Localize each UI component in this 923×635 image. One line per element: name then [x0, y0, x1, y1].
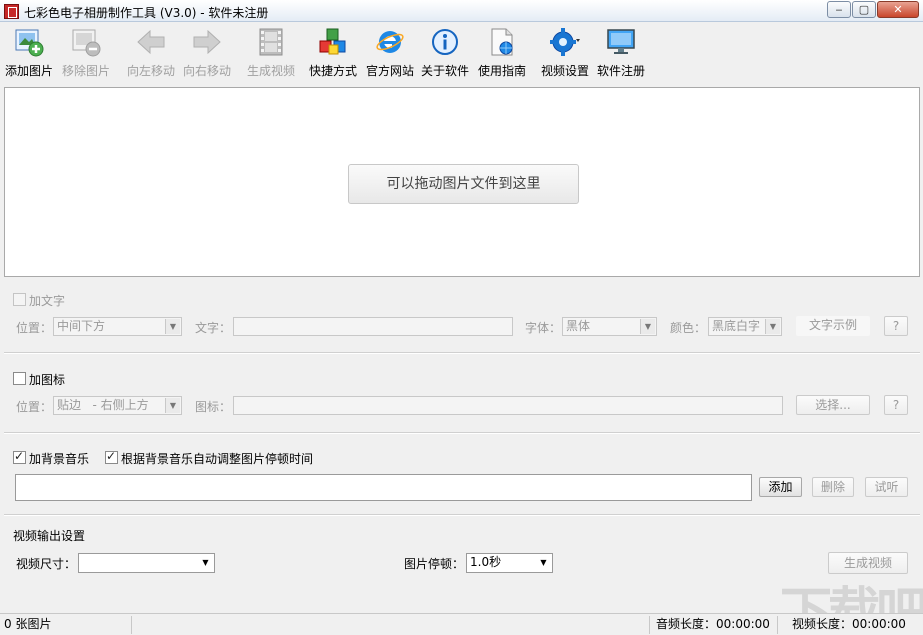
chevron-down-icon: ▼ — [165, 398, 180, 413]
video-size-select[interactable]: ▼ — [78, 553, 215, 573]
add-icon-label: 加图标 — [29, 373, 66, 387]
maximize-button[interactable]: ▢ — [852, 1, 876, 18]
shortcut-button[interactable]: 快捷方式 — [309, 27, 357, 79]
browser-e-icon — [376, 31, 404, 53]
section-divider — [4, 514, 920, 516]
add-text-checkbox[interactable] — [13, 293, 26, 306]
cubes-icon — [319, 28, 346, 55]
close-button[interactable]: ✕ — [877, 1, 919, 18]
move-right-button[interactable]: 向右移动 — [183, 27, 231, 79]
film-icon — [259, 28, 283, 56]
section-divider — [4, 432, 920, 434]
official-site-button[interactable]: 官方网站 — [366, 27, 414, 79]
section-divider — [4, 352, 920, 354]
drop-hint-button[interactable]: 可以拖动图片文件到这里 — [348, 164, 579, 204]
icon-position-select[interactable]: 贴边 - 右侧上方 ▼ — [53, 396, 182, 415]
move-left-button[interactable]: 向左移动 — [127, 27, 175, 79]
auto-adjust-checkbox[interactable] — [105, 449, 118, 464]
bg-music-label: 加背景音乐 — [29, 452, 90, 466]
preview-music-button[interactable]: 试听 — [865, 477, 908, 497]
remove-image-label: 移除图片 — [62, 64, 111, 78]
title-bar: 七彩色电子相册制作工具 (V3.0) - 软件未注册 ‒ ▢ ✕ — [0, 0, 923, 22]
image-count: 0 张图片 — [0, 616, 132, 634]
icon-position-value: 贴边 - 右侧上方 — [57, 398, 149, 412]
status-spacer — [132, 616, 650, 634]
app-logo-icon — [4, 4, 19, 19]
status-bar: 0 张图片 音频长度： 00:00:00 视频长度： 00:00:00 — [0, 613, 923, 635]
chevron-down-icon: ▼ — [765, 319, 780, 334]
move-left-label: 向左移动 — [127, 64, 176, 78]
window-title: 七彩色电子相册制作工具 (V3.0) - 软件未注册 — [24, 6, 269, 20]
image-pause-value: 1.0秒 — [470, 555, 502, 569]
generate-video-label: 生成视频 — [247, 64, 296, 78]
move-right-label: 向右移动 — [183, 64, 232, 78]
text-position-select[interactable]: 中间下方 ▼ — [53, 317, 182, 336]
auto-adjust-label: 根据背景音乐自动调整图片停顿时间 — [121, 452, 314, 466]
chevron-down-icon: ▼ — [165, 319, 180, 334]
font-select[interactable]: 黑体 ▼ — [562, 317, 657, 336]
guide-button[interactable]: 使用指南 — [478, 27, 526, 79]
generate-video-toolbar-button[interactable]: 生成视频 — [247, 27, 295, 79]
video-length-value: 00:00:00 — [852, 617, 906, 631]
shortcut-label: 快捷方式 — [309, 64, 358, 78]
color-select[interactable]: 黑底白字 ▼ — [708, 317, 782, 336]
remove-image-icon — [72, 29, 101, 57]
icon-help-button[interactable]: ? — [884, 395, 908, 415]
info-icon — [432, 29, 458, 55]
add-text-label: 加文字 — [29, 294, 66, 308]
chevron-down-icon: ▼ — [640, 319, 655, 334]
video-settings-label: 视频设置 — [541, 64, 590, 78]
minimize-button[interactable]: ‒ — [827, 1, 851, 18]
remove-image-button[interactable]: 移除图片 — [62, 27, 110, 79]
add-image-button[interactable]: 添加图片 — [5, 27, 53, 79]
font-value: 黑体 — [566, 319, 591, 333]
toolbar: 添加图片 移除图片 向左移动 向右移动 生成视频 快捷方式 官方网站 关于软件 … — [0, 23, 923, 87]
icon-file-input[interactable] — [233, 396, 783, 415]
add-image-icon — [15, 29, 44, 57]
chevron-down-icon: ▼ — [536, 555, 551, 570]
chevron-down-icon: ▼ — [198, 555, 213, 570]
register-label: 软件注册 — [597, 64, 646, 78]
select-icon-button[interactable]: 选择... — [796, 395, 870, 415]
audio-length-value: 00:00:00 — [712, 616, 778, 634]
text-sample-button[interactable]: 文字示例 — [796, 316, 870, 336]
official-site-label: 官方网站 — [366, 64, 415, 78]
image-pause-select[interactable]: 1.0秒 ▼ — [466, 553, 553, 573]
bg-music-checkbox[interactable] — [13, 449, 26, 464]
text-help-button[interactable]: ? — [884, 316, 908, 336]
icon-position-label: 位置： — [16, 400, 53, 414]
text-content-input[interactable] — [233, 317, 513, 336]
output-settings-heading: 视频输出设置 — [13, 529, 86, 543]
music-file-input[interactable] — [15, 474, 752, 501]
image-drop-area[interactable]: 可以拖动图片文件到这里 — [4, 87, 920, 277]
color-label: 颜色： — [670, 321, 707, 335]
color-value: 黑底白字 — [712, 319, 761, 333]
monitor-icon — [607, 29, 635, 54]
add-image-label: 添加图片 — [5, 64, 54, 78]
video-size-label: 视频尺寸： — [16, 557, 77, 571]
guide-label: 使用指南 — [478, 64, 527, 78]
image-pause-label: 图片停顿： — [404, 557, 465, 571]
text-position-value: 中间下方 — [57, 319, 106, 333]
video-settings-button[interactable]: 视频设置 — [541, 27, 589, 79]
text-content-label: 文字： — [195, 321, 232, 335]
arrow-left-icon — [137, 29, 165, 55]
icon-file-label: 图标： — [195, 400, 232, 414]
web-document-icon — [491, 28, 513, 56]
text-position-label: 位置： — [16, 321, 53, 335]
gear-icon — [550, 28, 580, 56]
add-music-button[interactable]: 添加 — [759, 477, 802, 497]
about-label: 关于软件 — [421, 64, 470, 78]
arrow-right-icon — [193, 29, 221, 55]
delete-music-button[interactable]: 删除 — [812, 477, 854, 497]
add-icon-checkbox[interactable] — [13, 372, 26, 385]
about-button[interactable]: 关于软件 — [421, 27, 469, 79]
font-label: 字体： — [525, 321, 562, 335]
register-button[interactable]: 软件注册 — [597, 27, 645, 79]
